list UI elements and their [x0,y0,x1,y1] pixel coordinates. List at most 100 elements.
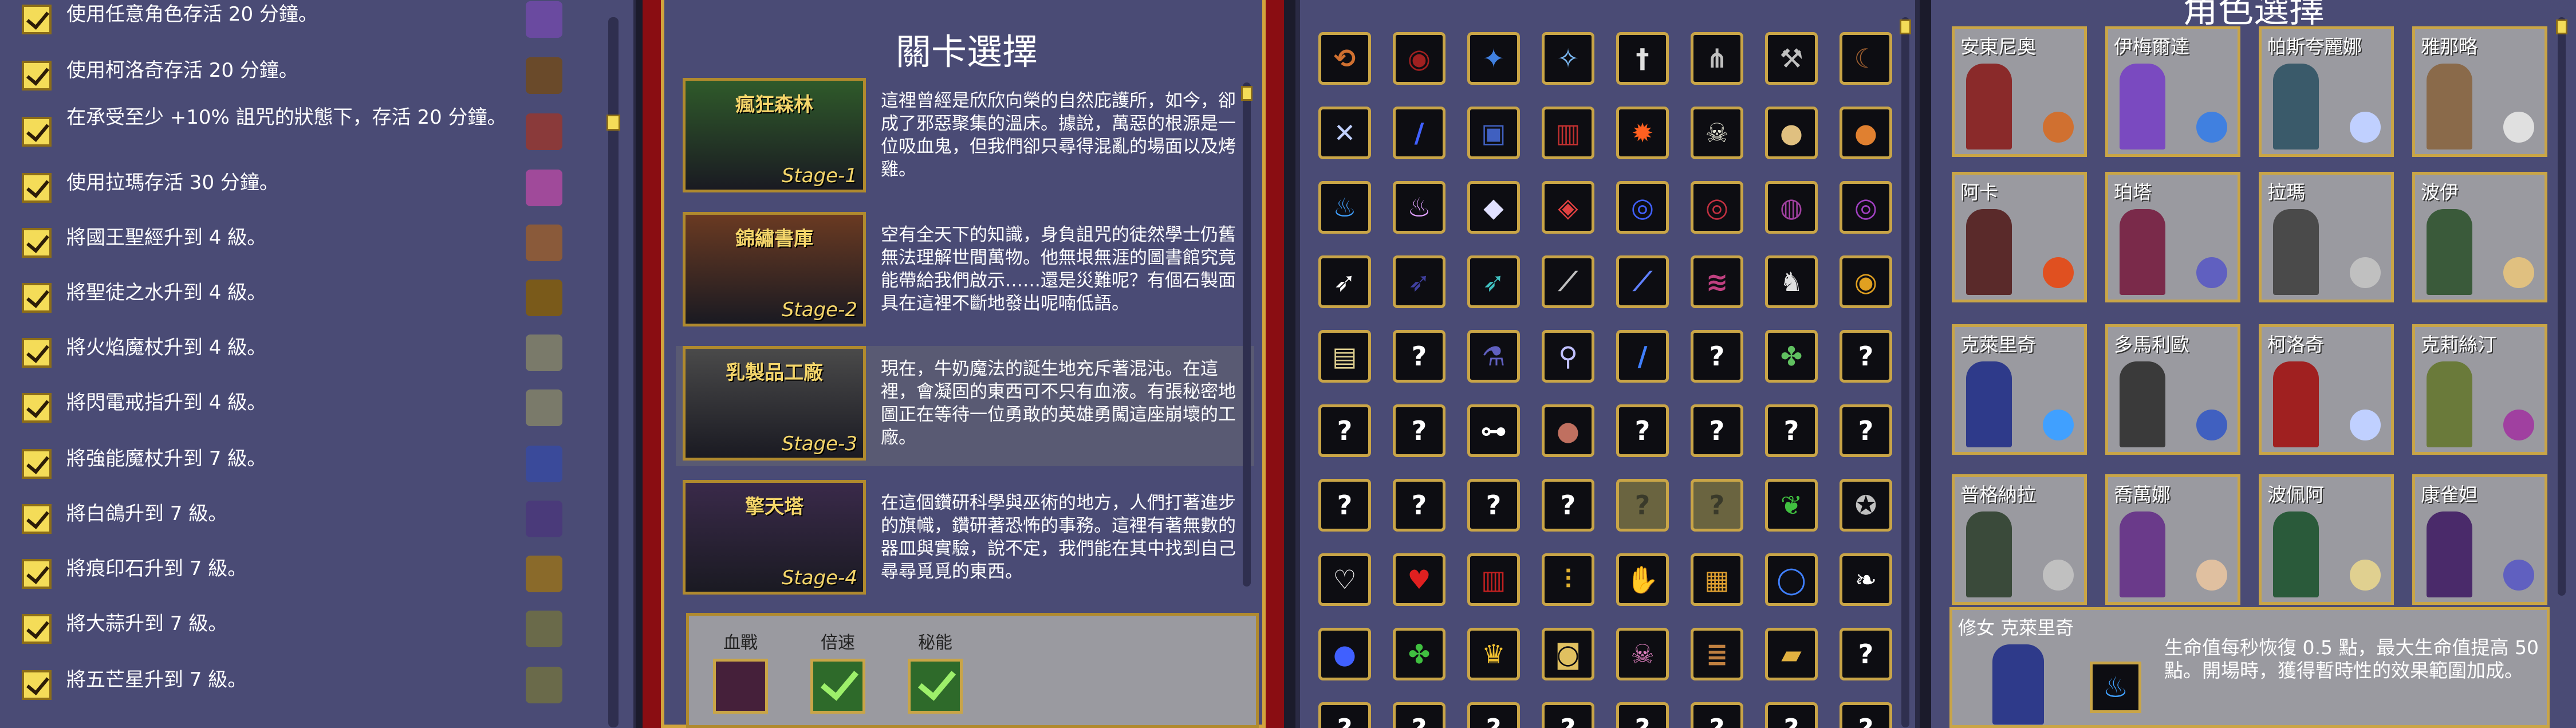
collection-item-icon[interactable]: ⟋ [1616,255,1669,308]
unknown-item-slot[interactable]: ? [1691,479,1743,532]
character-card[interactable]: 珀塔 [2105,172,2240,302]
character-card[interactable]: 康雀妲 [2412,474,2547,605]
unknown-item-slot[interactable]: ? [1691,330,1743,383]
collection-item-icon[interactable]: ➶ [1318,255,1371,308]
collection-item-icon[interactable]: ✤ [1765,330,1818,383]
collection-item-icon[interactable]: ✕ [1318,107,1371,159]
collection-item-icon[interactable]: ◉ [1393,32,1445,85]
collection-item-icon[interactable]: ▰ [1765,628,1818,680]
collection-item-icon[interactable]: ✹ [1616,107,1669,159]
character-card[interactable]: 波伊 [2412,172,2547,302]
collection-item-icon[interactable]: ☾ [1840,32,1892,85]
collection-item-icon[interactable]: ⟲ [1318,32,1371,85]
stage-scrollbar[interactable] [1241,82,1252,587]
character-card[interactable]: 柯洛奇 [2259,324,2394,455]
unknown-item-slot[interactable]: ? [1393,702,1445,728]
character-card[interactable]: 普格納拉 [1952,474,2087,605]
collection-item-icon[interactable]: ♛ [1467,628,1520,680]
character-scroll-thumb[interactable] [2556,19,2567,34]
option-toggle[interactable] [908,659,963,714]
unknown-item-slot[interactable]: ? [1840,330,1892,383]
collection-item-icon[interactable]: ❦ [1765,479,1818,532]
unknown-item-slot[interactable]: ? [1467,702,1520,728]
unknown-item-slot[interactable]: ? [1393,479,1445,532]
option-toggle[interactable] [713,659,768,714]
character-card[interactable]: 拉瑪 [2259,172,2394,302]
collection-item-icon[interactable]: / [1393,107,1445,159]
collection-item-icon[interactable]: / [1616,330,1669,383]
collection-item-icon[interactable]: ⚗ [1467,330,1520,383]
unknown-item-slot[interactable]: ? [1691,404,1743,457]
character-card[interactable]: 雅那略 [2412,26,2547,157]
collection-item-icon[interactable]: ≋ [1691,255,1743,308]
collection-item-icon[interactable]: ✦ [1467,32,1520,85]
collection-item-icon[interactable]: ⚒ [1765,32,1818,85]
collection-item-icon[interactable]: ◎ [1840,181,1892,234]
stage-option[interactable]: 乳製品工廠 Stage-3 現在，牛奶魔法的誕生地充斥著混沌。在這裡，會凝固的東西可… [676,346,1254,466]
collection-item-icon[interactable]: ◆ [1467,181,1520,234]
collection-item-icon[interactable]: ● [1318,628,1371,680]
unknown-item-slot[interactable]: ? [1318,404,1371,457]
collection-item-icon[interactable]: ✤ [1393,628,1445,680]
stage-option[interactable]: 錦繡書庫 Stage-2 空有全天下的知識，身負詛咒的徒然學士仍舊無法理解世間萬物。… [676,212,1254,332]
character-card[interactable]: 喬萬娜 [2105,474,2240,605]
character-card[interactable]: 伊梅爾達 [2105,26,2240,157]
collection-item-icon[interactable]: ♞ [1765,255,1818,308]
achievements-scroll-thumb[interactable] [606,115,620,131]
unknown-item-slot[interactable]: ? [1467,479,1520,532]
collection-item-icon[interactable]: ▥ [1542,107,1594,159]
option-toggle[interactable] [810,659,865,714]
unknown-item-slot[interactable]: ? [1616,479,1669,532]
unknown-item-slot[interactable]: ? [1542,479,1594,532]
collection-item-icon[interactable]: ✋ [1616,553,1669,606]
stage-scroll-thumb[interactable] [1241,86,1252,101]
collection-item-icon[interactable]: ● [1840,107,1892,159]
collection-scrollbar[interactable] [1900,17,1911,727]
unknown-item-slot[interactable]: ? [1840,404,1892,457]
unknown-item-slot[interactable]: ? [1765,702,1818,728]
character-card[interactable]: 克莉絲汀 [2412,324,2547,455]
collection-item-icon[interactable]: ✧ [1542,32,1594,85]
collection-item-icon[interactable]: ◯ [1765,553,1818,606]
unknown-item-slot[interactable]: ? [1393,404,1445,457]
collection-item-icon[interactable]: ◈ [1542,181,1594,234]
collection-item-icon[interactable]: ⟋ [1542,255,1594,308]
unknown-item-slot[interactable]: ? [1765,404,1818,457]
stage-option[interactable]: 擎天塔 Stage-4 在這個鑽研科學與巫術的地方，人們打著進步的旗幟，鑽研著恐怖的… [676,480,1254,600]
collection-item-icon[interactable]: ⚲ [1542,330,1594,383]
collection-item-icon[interactable]: ❧ [1840,553,1892,606]
collection-item-icon[interactable]: ◍ [1765,181,1818,234]
unknown-item-slot[interactable]: ? [1318,702,1371,728]
collection-item-icon[interactable]: ⋔ [1691,32,1743,85]
collection-item-icon[interactable]: ♨ [1318,181,1371,234]
collection-item-icon[interactable]: ≣ [1691,628,1743,680]
character-card[interactable]: 克萊里奇 [1952,324,2087,455]
character-card[interactable]: 阿卡 [1952,172,2087,302]
character-card[interactable]: 波佩阿 [2259,474,2394,605]
collection-item-icon[interactable]: ▥ [1467,553,1520,606]
collection-item-icon[interactable]: ◎ [1616,181,1669,234]
collection-item-icon[interactable]: ➶ [1467,255,1520,308]
collection-item-icon[interactable]: ▤ [1318,330,1371,383]
collection-item-icon[interactable]: ✪ [1840,479,1892,532]
collection-item-icon[interactable]: ▣ [1467,107,1520,159]
collection-item-icon[interactable]: ☠ [1616,628,1669,680]
collection-item-icon[interactable]: ♥ [1393,553,1445,606]
unknown-item-slot[interactable]: ? [1616,404,1669,457]
collection-item-icon[interactable]: ▦ [1691,553,1743,606]
collection-item-icon[interactable]: ◙ [1542,628,1594,680]
character-scrollbar[interactable] [2556,17,2567,596]
character-card[interactable]: 多馬利歐 [2105,324,2240,455]
unknown-item-slot[interactable]: ? [1393,330,1445,383]
collection-scroll-thumb[interactable] [1900,19,1911,34]
collection-item-icon[interactable]: ⊶ [1467,404,1520,457]
unknown-item-slot[interactable]: ? [1840,628,1892,680]
collection-item-icon[interactable]: ⫶ [1542,553,1594,606]
achievements-scrollbar[interactable] [606,17,620,727]
unknown-item-slot[interactable]: ? [1542,702,1594,728]
stage-option[interactable]: 瘋狂森林 Stage-1 這裡曾經是欣欣向榮的自然庇護所，如今，卻成了邪惡聚集的溫床… [676,78,1254,198]
unknown-item-slot[interactable]: ? [1318,479,1371,532]
collection-item-icon[interactable]: ◎ [1691,181,1743,234]
collection-item-icon[interactable]: ● [1542,404,1594,457]
unknown-item-slot[interactable]: ? [1840,702,1892,728]
